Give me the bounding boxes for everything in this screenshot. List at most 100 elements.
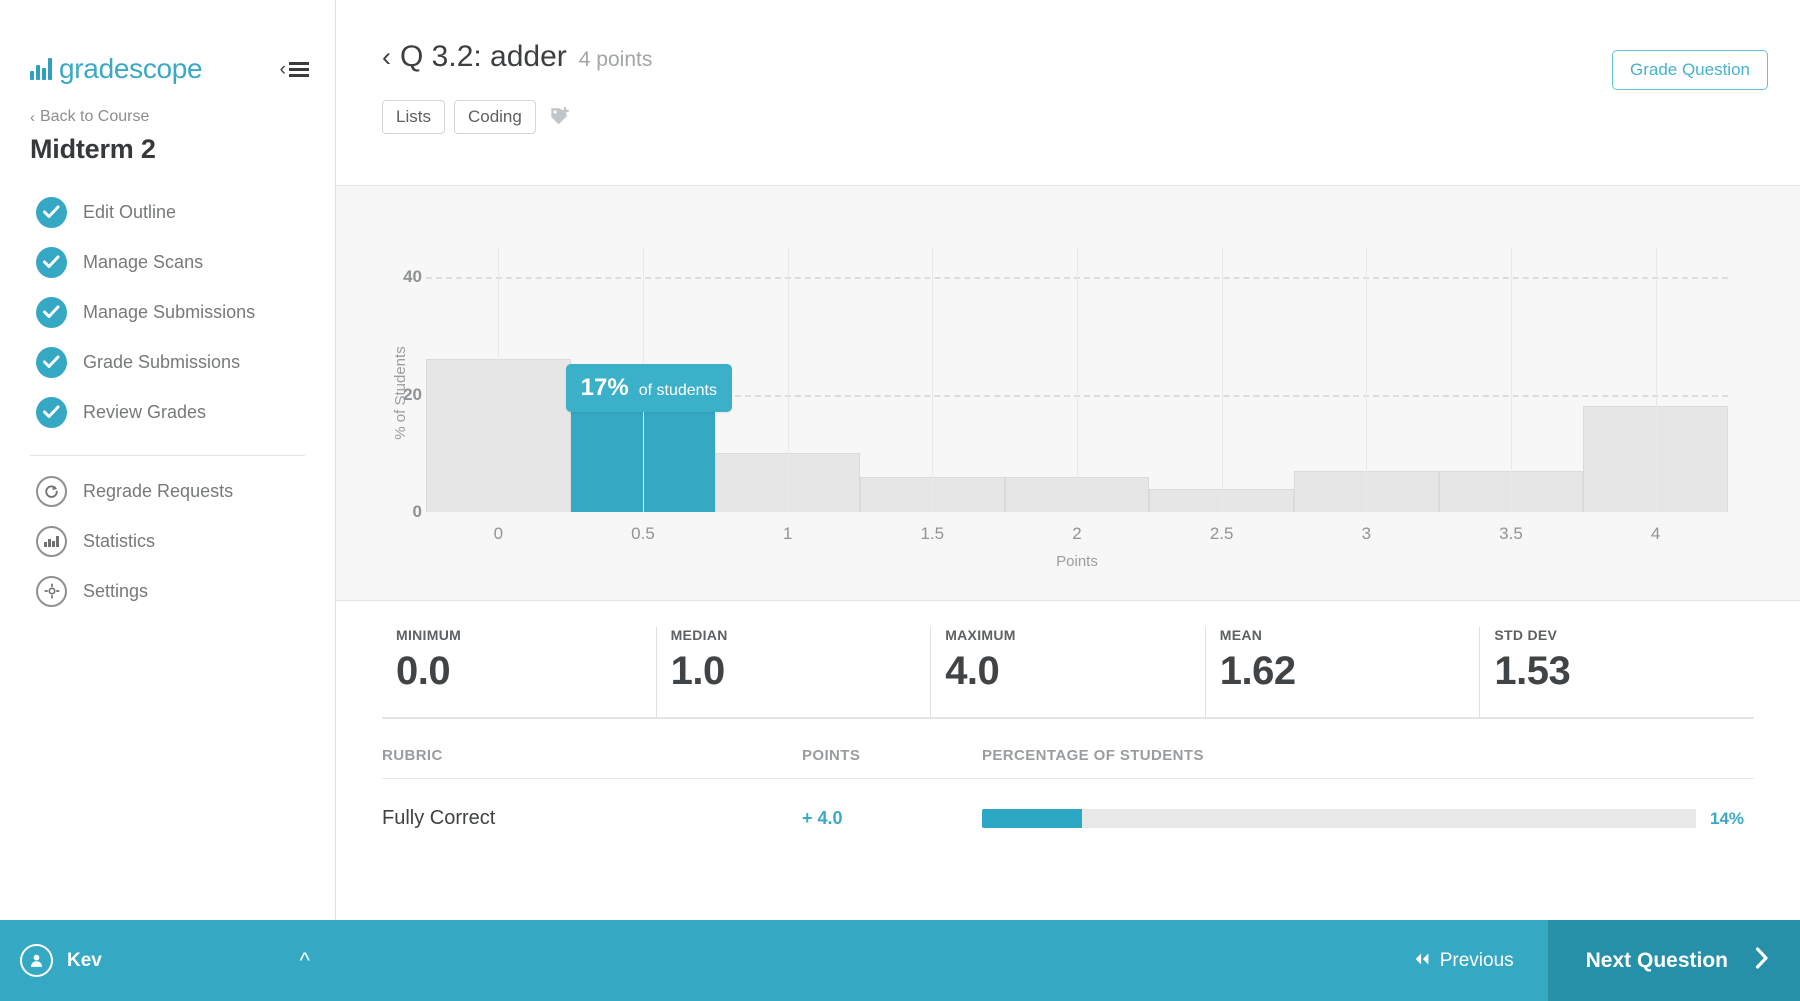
next-question-label: Next Question	[1585, 948, 1728, 972]
stat-label: MINIMUM	[396, 627, 462, 643]
tag-row: Lists Coding	[382, 100, 1768, 134]
brand-row: gradescope ‹	[0, 0, 335, 92]
grade-question-button[interactable]: Grade Question	[1611, 50, 1768, 90]
stat-value: 4.0	[945, 649, 1000, 693]
back-to-course-label: Back to Course	[40, 108, 150, 125]
sidebar: gradescope ‹ ‹ Back to Course Midterm 2 …	[0, 0, 336, 1001]
main-content: ‹ Q 3.2: adder 4 points Grade Question L…	[336, 0, 1800, 1001]
app-root: gradescope ‹ ‹ Back to Course Midterm 2 …	[0, 0, 1800, 1001]
chart-gridline-vertical	[1655, 248, 1657, 512]
sidebar-item-label: Manage Scans	[83, 251, 204, 272]
statistics-circle-icon	[36, 525, 67, 557]
sidebar-divider	[30, 455, 305, 456]
next-question-button[interactable]: Next Question	[1547, 920, 1800, 1001]
tag-coding[interactable]: Coding	[453, 100, 536, 134]
previous-question-chevron-icon[interactable]: ‹	[382, 42, 391, 73]
sidebar-item-manage-scans[interactable]: Manage Scans	[0, 237, 335, 287]
chart-x-tick: 3.5	[1499, 524, 1523, 543]
chart-x-tick: 1.5	[920, 524, 945, 543]
stat-label: MEAN	[1219, 627, 1263, 643]
sidebar-item-settings[interactable]: Settings	[0, 566, 335, 616]
chart-gridline-vertical	[1511, 248, 1512, 512]
bottom-navigation: Previous Next Question	[336, 920, 1800, 1001]
hamburger-icon	[289, 61, 309, 77]
score-distribution-chart: % of Students Points 40 20 0 0 0.5 1 1.5 2 2.5 3 3…	[336, 186, 1800, 601]
stat-value: 1.62	[1219, 649, 1296, 693]
collapse-sidebar-button[interactable]: ‹	[280, 60, 309, 79]
stat-mean: MEAN 1.62	[1204, 627, 1480, 717]
rubric-percent-label: 14%	[1710, 808, 1745, 828]
table-row[interactable]: Fully Correct + 4.0 14%	[382, 779, 1754, 830]
gradescope-logo-icon	[30, 58, 52, 80]
chart-gridline-vertical	[932, 248, 934, 512]
stat-label: STD DEV	[1494, 627, 1558, 643]
rubric-col-name: RUBRIC	[382, 747, 443, 764]
rubric-progress-bar	[982, 809, 1696, 828]
chevron-up-icon: ^	[299, 947, 310, 973]
rubric-col-percentage: PERCENTAGE OF STUDENTS	[982, 747, 1204, 764]
sidebar-item-review-grades[interactable]: Review Grades	[0, 387, 335, 437]
chart-gridline-vertical	[1366, 248, 1368, 512]
stat-label: MAXIMUM	[945, 627, 1016, 643]
rubric-item-name: Fully Correct	[382, 807, 496, 829]
sidebar-item-regrade-requests[interactable]: Regrade Requests	[0, 466, 335, 516]
stat-std-dev: STD DEV 1.53	[1479, 627, 1754, 717]
rubric-item-percentage: 14%	[982, 809, 1754, 829]
check-circle-icon	[36, 396, 67, 428]
user-avatar-icon	[20, 944, 53, 977]
sidebar-item-label: Settings	[83, 580, 149, 601]
rubric-header-row: RUBRIC POINTS PERCENTAGE OF STUDENTS	[382, 747, 1754, 779]
course-title: Midterm 2	[30, 134, 156, 164]
chart-gridline-vertical	[498, 248, 500, 512]
rubric-progress-fill	[982, 809, 1082, 828]
previous-button[interactable]: Previous	[1378, 920, 1548, 1001]
chevron-left-icon: ‹	[30, 108, 35, 126]
rubric-col-points: POINTS	[802, 747, 861, 764]
sidebar-item-label: Statistics	[83, 530, 156, 551]
sidebar-item-label: Regrade Requests	[83, 480, 234, 501]
sidebar-item-edit-outline[interactable]: Edit Outline	[0, 187, 335, 237]
check-circle-icon	[36, 346, 67, 378]
sidebar-item-label: Grade Submissions	[83, 351, 241, 372]
chevron-left-icon: ‹	[279, 58, 286, 80]
title-row: ‹ Q 3.2: adder 4 points	[382, 40, 1768, 74]
stat-value: 1.0	[670, 649, 726, 693]
tooltip-label: of students	[638, 382, 717, 400]
sidebar-item-statistics[interactable]: Statistics	[0, 516, 335, 566]
user-menu-button[interactable]: Kev ^	[0, 920, 336, 1001]
stat-value: 0.0	[396, 649, 451, 693]
sidebar-item-manage-submissions[interactable]: Manage Submissions	[0, 287, 335, 337]
user-name: Kev	[67, 949, 102, 971]
chart-plot-area: Points 40 20 0 0 0.5 1 1.5 2 2.5 3 3.5 4 17% of stude…	[403, 248, 1728, 570]
previous-label: Previous	[1439, 949, 1514, 971]
tag-plus-icon[interactable]	[549, 106, 571, 128]
sidebar-item-label: Manage Submissions	[83, 301, 256, 322]
chart-x-tick: 4	[1650, 524, 1661, 543]
chart-tooltip: 17% of students	[565, 364, 732, 413]
question-header: ‹ Q 3.2: adder 4 points Grade Question L…	[336, 0, 1800, 186]
chart-gridline-vertical	[787, 248, 789, 512]
chart-x-tick: 2	[1072, 524, 1082, 543]
statistics-summary: MINIMUM 0.0 MEDIAN 1.0 MAXIMUM 4.0 MEAN …	[382, 601, 1754, 719]
stat-minimum: MINIMUM 0.0	[382, 627, 656, 717]
brand-name: gradescope	[59, 53, 203, 84]
gear-circle-icon	[36, 575, 67, 607]
rubric-item-points: + 4.0	[802, 808, 843, 828]
stat-median: MEDIAN 1.0	[655, 627, 931, 717]
check-circle-icon	[36, 296, 67, 328]
stat-value: 1.53	[1494, 649, 1571, 693]
chart-y-tick: 0	[412, 502, 422, 521]
tooltip-percent: 17%	[580, 374, 629, 402]
check-circle-icon	[36, 196, 67, 228]
sidebar-item-grade-submissions[interactable]: Grade Submissions	[0, 337, 335, 387]
tag-lists[interactable]: Lists	[382, 100, 445, 134]
back-to-course-link[interactable]: ‹ Back to Course	[0, 92, 335, 126]
sidebar-nav: Edit Outline Manage Scans Manage Submiss…	[0, 165, 335, 616]
page-title: Q 3.2: adder	[400, 40, 567, 73]
sidebar-item-label: Review Grades	[83, 401, 207, 422]
double-chevron-left-icon	[1412, 950, 1432, 972]
stat-maximum: MAXIMUM 4.0	[930, 627, 1205, 717]
chart-y-tick: 40	[403, 267, 422, 287]
chart-gridline-vertical	[1077, 248, 1078, 512]
chart-x-tick: 0.5	[631, 524, 655, 543]
